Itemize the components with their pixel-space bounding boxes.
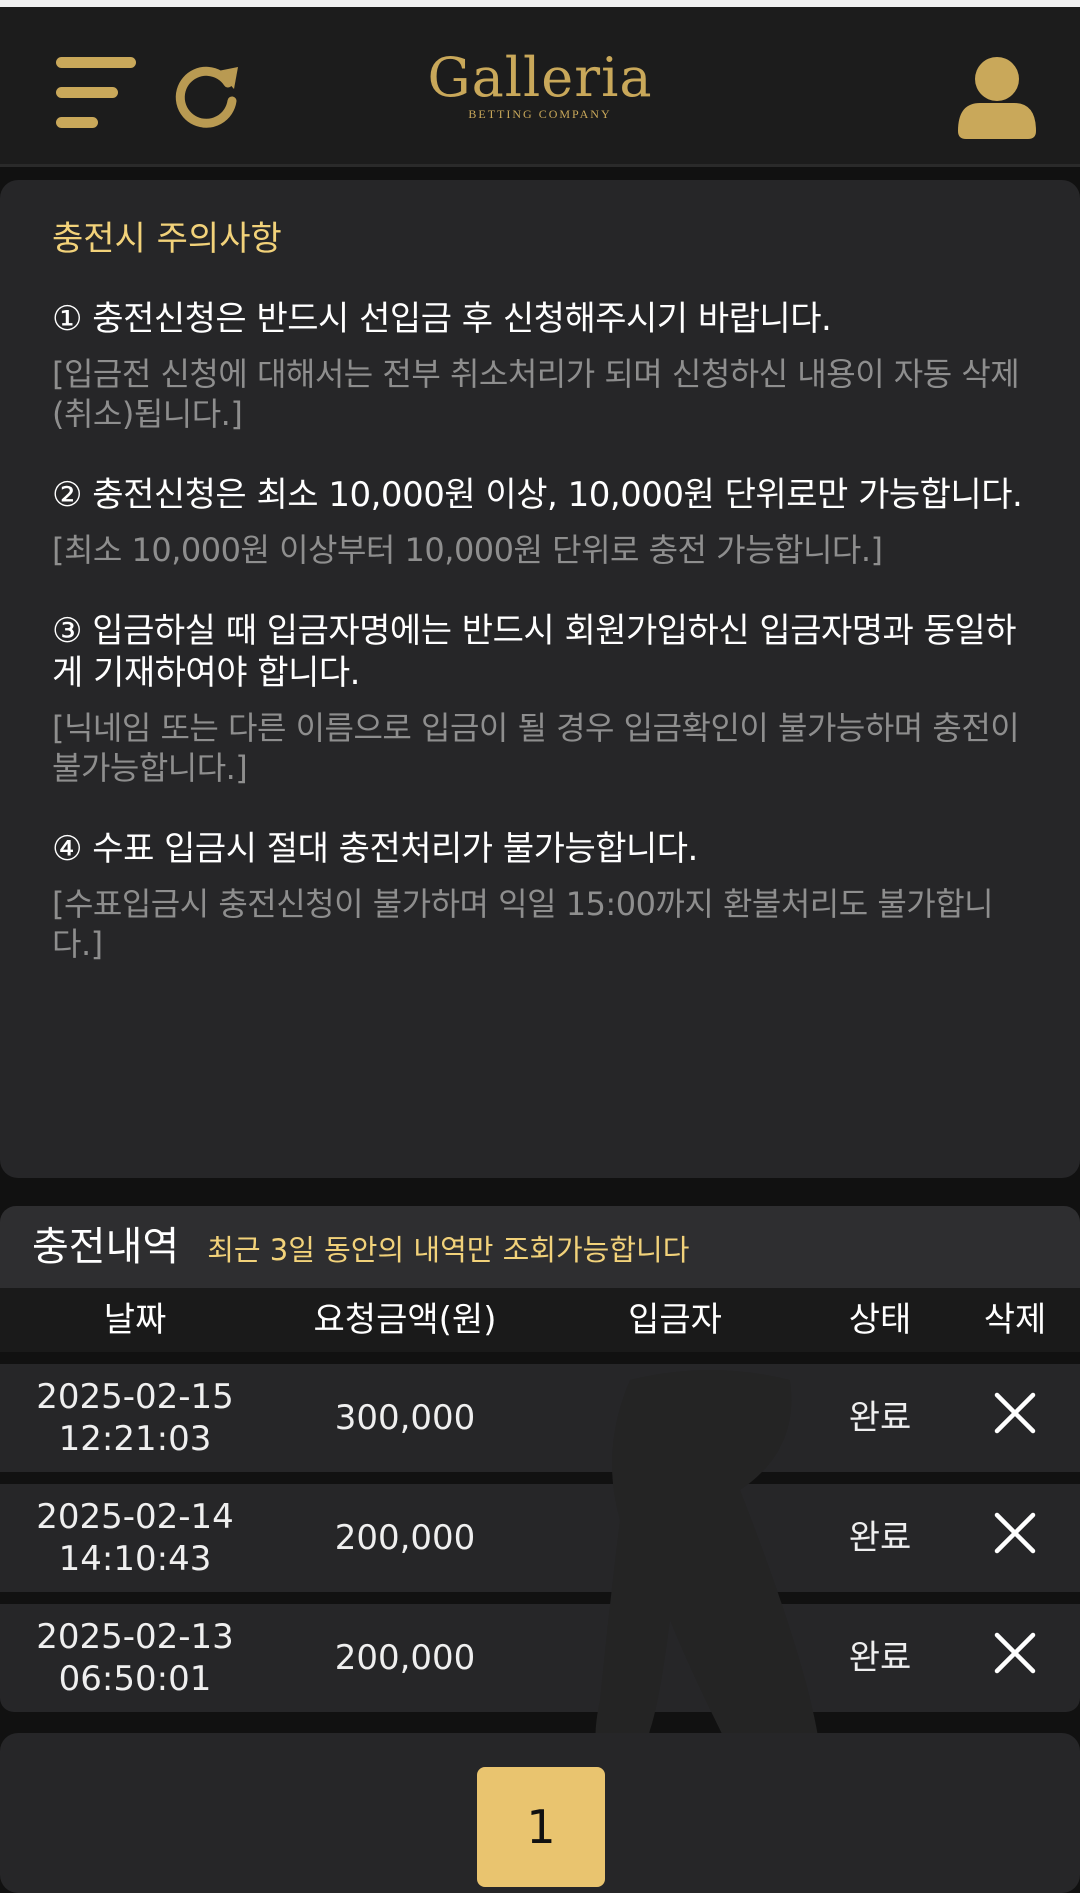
column-depositor: 입금자 <box>628 1300 722 1340</box>
notice-item: ② 충전신청은 최소 10,000원 이상, 10,000원 단위로만 가능합니… <box>52 474 1028 570</box>
row-date: 2025-02-15 <box>36 1377 234 1417</box>
row-status: 완료 <box>848 1518 912 1558</box>
notice-item: ① 충전신청은 반드시 선입금 후 신청해주시기 바랍니다. [입금전 신청에 … <box>52 298 1028 434</box>
user-icon[interactable] <box>956 57 1038 139</box>
row-date: 2025-02-14 <box>36 1497 234 1537</box>
row-datetime: 2025-02-14 14:10:43 <box>0 1496 270 1580</box>
logo-title: Galleria <box>427 46 653 109</box>
history-note: 최근 3일 동안의 내역만 조회가능합니다 <box>207 1233 690 1267</box>
row-date: 2025-02-13 <box>36 1617 234 1657</box>
app-header: Galleria BETTING COMPANY <box>0 7 1080 167</box>
delete-cell <box>950 1631 1080 1685</box>
notice-title: 충전시 주의사항 <box>52 219 282 259</box>
row-amount: 200,000 <box>334 1638 476 1678</box>
notice-item: ③ 입금하실 때 입금자명에는 반드시 회원가입하신 입금자명과 동일하게 기재… <box>52 610 1028 788</box>
notice-rule: ② 충전신청은 최소 10,000원 이상, 10,000원 단위로만 가능합니… <box>52 475 1023 515</box>
table-row: 2025-02-13 06:50:01 200,000 완료 <box>0 1604 1080 1712</box>
table-header: 날짜 요청금액(원) 입금자 상태 삭제 <box>0 1288 1080 1364</box>
row-status: 완료 <box>848 1638 912 1678</box>
delete-cell <box>950 1511 1080 1565</box>
notice-rule: ③ 입금하실 때 입금자명에는 반드시 회원가입하신 입금자명과 동일하게 기재… <box>52 611 1016 693</box>
notice-detail: [입금전 신청에 대해서는 전부 취소처리가 되며 신청하신 내용이 자동 삭제… <box>52 355 1020 433</box>
close-icon[interactable] <box>993 1511 1037 1555</box>
pagination: 1 <box>0 1733 1080 1893</box>
column-status: 상태 <box>848 1300 912 1340</box>
notice-rule: ① 충전신청은 반드시 선입금 후 신청해주시기 바랍니다. <box>52 299 832 339</box>
history-title: 충전내역 <box>32 1224 180 1270</box>
close-icon[interactable] <box>993 1391 1037 1435</box>
top-border <box>0 0 1080 7</box>
row-time: 14:10:43 <box>58 1539 212 1579</box>
table-row: 2025-02-14 14:10:43 200,000 완료 <box>0 1484 1080 1592</box>
notice-detail: [닉네임 또는 다른 이름으로 입금이 될 경우 입금확인이 불가능하며 충전이… <box>52 709 1020 787</box>
table-row: 2025-02-15 12:21:03 300,000 완료 <box>0 1364 1080 1472</box>
history-header: 충전내역 최근 3일 동안의 내역만 조회가능합니다 <box>0 1206 1080 1288</box>
notice-item: ④ 수표 입금시 절대 충전처리가 불가능합니다. [수표입금시 충전신청이 불… <box>52 828 1028 964</box>
notice-detail: [최소 10,000원 이상부터 10,000원 단위로 충전 가능합니다.] <box>52 531 883 569</box>
delete-cell <box>950 1391 1080 1445</box>
charge-history: 충전내역 최근 3일 동안의 내역만 조회가능합니다 날짜 요청금액(원) 입금… <box>0 1206 1080 1712</box>
refresh-icon[interactable] <box>172 61 242 131</box>
menu-icon[interactable] <box>56 57 140 137</box>
notice-rule: ④ 수표 입금시 절대 충전처리가 불가능합니다. <box>52 829 698 869</box>
row-status: 완료 <box>848 1398 912 1438</box>
row-time: 06:50:01 <box>58 1659 212 1699</box>
row-datetime: 2025-02-13 06:50:01 <box>0 1616 270 1700</box>
row-amount: 200,000 <box>334 1518 476 1558</box>
notice-detail: [수표입금시 충전신청이 불가하며 익일 15:00까지 환불처리도 불가합니다… <box>52 885 994 963</box>
row-time: 12:21:03 <box>58 1419 212 1459</box>
deposit-notice-panel: 충전시 주의사항 ① 충전신청은 반드시 선입금 후 신청해주시기 바랍니다. … <box>0 180 1080 1178</box>
brand-logo[interactable]: Galleria BETTING COMPANY <box>425 45 655 122</box>
row-amount: 300,000 <box>334 1398 476 1438</box>
close-icon[interactable] <box>993 1631 1037 1675</box>
row-datetime: 2025-02-15 12:21:03 <box>0 1376 270 1460</box>
column-delete: 삭제 <box>983 1300 1047 1340</box>
page-button[interactable]: 1 <box>477 1767 605 1887</box>
column-amount: 요청금액(원) <box>313 1300 497 1340</box>
column-date: 날짜 <box>103 1300 167 1340</box>
